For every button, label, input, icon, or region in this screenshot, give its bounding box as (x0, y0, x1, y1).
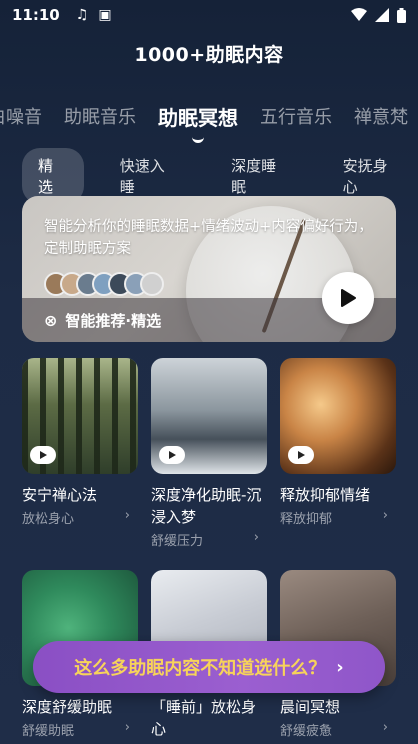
card-subtitle-row: 舒缓疲惫 › (280, 720, 396, 739)
wifi-icon (351, 8, 367, 21)
tab-white-noise[interactable]: 白噪音 (0, 103, 42, 129)
avatar-group (44, 272, 164, 296)
play-icon (159, 446, 185, 464)
page-title: 1000+助眠内容 (134, 44, 284, 66)
card-subtitle: 舒缓助眠 (22, 724, 75, 739)
banner-footer-label: 智能推荐·精选 (65, 311, 162, 330)
status-bar: 11:10 ♫ ▣ (0, 0, 418, 30)
card-title: 安宁禅心法 (22, 486, 98, 504)
banner-play-button[interactable] (322, 272, 374, 324)
chevron-right-icon: › (253, 530, 259, 545)
card-subtitle-row: 释放抑郁 › (280, 508, 396, 527)
chevron-right-icon: › (336, 656, 344, 678)
status-time: 11:10 (12, 6, 60, 24)
avatar (140, 272, 164, 296)
card-subtitle-row: 舒缓压力 › (151, 530, 267, 549)
chevron-right-icon: › (124, 508, 130, 523)
banner-description: 智能分析你的睡眠数据+情绪波动+内容偏好行为，定制助眠方案 (44, 219, 373, 257)
chevron-right-icon: › (124, 720, 130, 735)
cta-label: 这么多助眠内容不知道选什么？ (74, 658, 327, 679)
card-thumbnail (151, 358, 267, 474)
a-box-icon: ▣ (98, 7, 112, 23)
category-tabs: 白噪音 助眠音乐 助眠冥想 五行音乐 禅意梵 (0, 96, 418, 143)
content-card[interactable]: 安宁禅心法 放松身心 › (22, 358, 138, 527)
play-icon (30, 446, 56, 464)
choose-content-cta-button[interactable]: 这么多助眠内容不知道选什么？ › (33, 641, 385, 693)
chevron-right-icon: › (382, 720, 388, 735)
tab-five-elements-music[interactable]: 五行音乐 (260, 103, 332, 129)
signal-icon (375, 8, 389, 22)
tab-zen[interactable]: 禅意梵 (354, 103, 408, 129)
tab-sleep-music[interactable]: 助眠音乐 (64, 103, 136, 129)
card-title: 晨间冥想 (280, 698, 341, 716)
recommend-banner[interactable]: 智能分析你的睡眠数据+情绪波动+内容偏好行为，定制助眠方案 ⊗ 智能推荐·精选 (22, 196, 396, 342)
card-subtitle: 释放抑郁 (280, 512, 333, 527)
content-card[interactable]: 释放抑郁情绪 释放抑郁 › (280, 358, 396, 527)
smart-recommend-icon: ⊗ (44, 310, 58, 330)
card-thumbnail (280, 358, 396, 474)
battery-icon (397, 7, 406, 23)
content-card[interactable]: 深度净化助眠-沉浸入梦 舒缓压力 › (151, 358, 267, 549)
card-title: 深度净化助眠-沉浸入梦 (151, 486, 262, 526)
chevron-right-icon: › (382, 508, 388, 523)
card-subtitle: 放松身心 (22, 512, 75, 527)
play-icon (341, 289, 356, 307)
card-subtitle: 舒缓压力 (151, 534, 204, 549)
status-right-icons (351, 7, 406, 23)
card-title: 「睡前」放松身心 (151, 698, 257, 738)
tab-sleep-meditation[interactable]: 助眠冥想 (158, 102, 238, 143)
card-subtitle-row: 放松身心 › (22, 508, 138, 527)
music-note-icon: ♫ (75, 7, 89, 23)
card-title: 释放抑郁情绪 (280, 486, 371, 504)
card-subtitle: 舒缓疲惫 (280, 724, 333, 739)
card-subtitle-row: 舒缓助眠 › (22, 720, 138, 739)
card-title: 深度舒缓助眠 (22, 698, 113, 716)
card-thumbnail (22, 358, 138, 474)
play-icon (288, 446, 314, 464)
